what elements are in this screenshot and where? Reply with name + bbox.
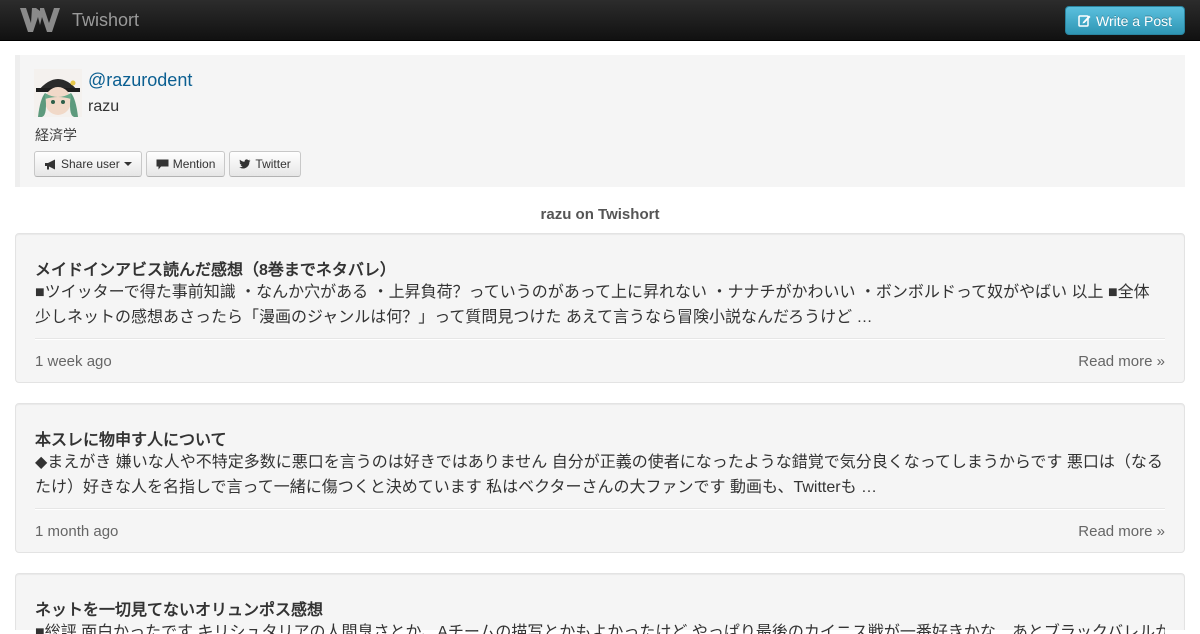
twitter-icon <box>239 158 251 169</box>
mention-label: Mention <box>172 157 216 171</box>
avatar-image <box>34 69 82 117</box>
share-user-label: Share user <box>61 157 120 171</box>
post-excerpt: ◆まえがき 嫌いな人や不特定多数に悪口を言うのは好きではありません 自分が正義の… <box>35 454 1163 496</box>
twitter-button[interactable]: Twitter <box>229 151 301 177</box>
read-more-link[interactable]: Read more » <box>1078 523 1165 540</box>
read-more-link[interactable]: Read more » <box>1078 353 1165 370</box>
profile-card: @razurodent razu 経済学 Share user Mention … <box>15 55 1185 187</box>
post-title[interactable]: 本スレに物申す人について <box>35 426 227 450</box>
mention-button[interactable]: Mention <box>145 151 226 177</box>
profile-name: razu <box>88 98 120 115</box>
avatar[interactable] <box>34 69 82 117</box>
edit-icon <box>1078 15 1091 27</box>
comment-icon <box>156 159 169 169</box>
section-title: razu on Twishort <box>540 206 660 223</box>
post-excerpt: ■ツイッターで得た事前知識 ・なんか穴がある ・上昇負荷？っていうのがあって上に… <box>35 284 1150 326</box>
write-post-button[interactable]: Write a Post <box>1065 6 1185 35</box>
post-timestamp: 1 week ago <box>35 353 112 370</box>
post-card[interactable]: ネットを一切見てないオリュンポス感想 ■総評 面白かったです キリシュタリアの人… <box>15 573 1185 634</box>
post-divider <box>35 508 1165 510</box>
post-title[interactable]: メイドインアビス読んだ感想（8巻までネタバレ） <box>35 256 396 280</box>
post-card[interactable]: メイドインアビス読んだ感想（8巻までネタバレ） ■ツイッターで得た事前知識 ・な… <box>15 233 1185 383</box>
profile-bio: 経済学 <box>35 127 77 143</box>
brand-name: Twishort <box>72 9 140 30</box>
post-excerpt: ■総評 面白かったです キリシュタリアの人間臭さとか、Aチームの描写とかもよかっ… <box>35 624 1165 634</box>
chevron-down-icon <box>123 162 132 166</box>
twishort-logo-icon <box>20 8 60 32</box>
share-user-button[interactable]: Share user <box>34 151 142 177</box>
top-navbar: Twishort Write a Post <box>0 0 1200 41</box>
profile-username[interactable]: @razurodent <box>88 70 192 91</box>
profile-actions: Share user Mention Twitter <box>34 151 305 177</box>
brand[interactable]: Twishort <box>18 5 139 35</box>
megaphone-icon <box>45 159 55 169</box>
write-post-label: Write a Post <box>1096 12 1172 29</box>
post-card[interactable]: 本スレに物申す人について ◆まえがき 嫌いな人や不特定多数に悪口を言うのは好きで… <box>15 403 1185 553</box>
post-timestamp: 1 month ago <box>35 523 119 540</box>
post-divider <box>35 338 1165 340</box>
twitter-label: Twitter <box>255 157 291 171</box>
post-title[interactable]: ネットを一切見てないオリュンポス感想 <box>35 596 323 620</box>
